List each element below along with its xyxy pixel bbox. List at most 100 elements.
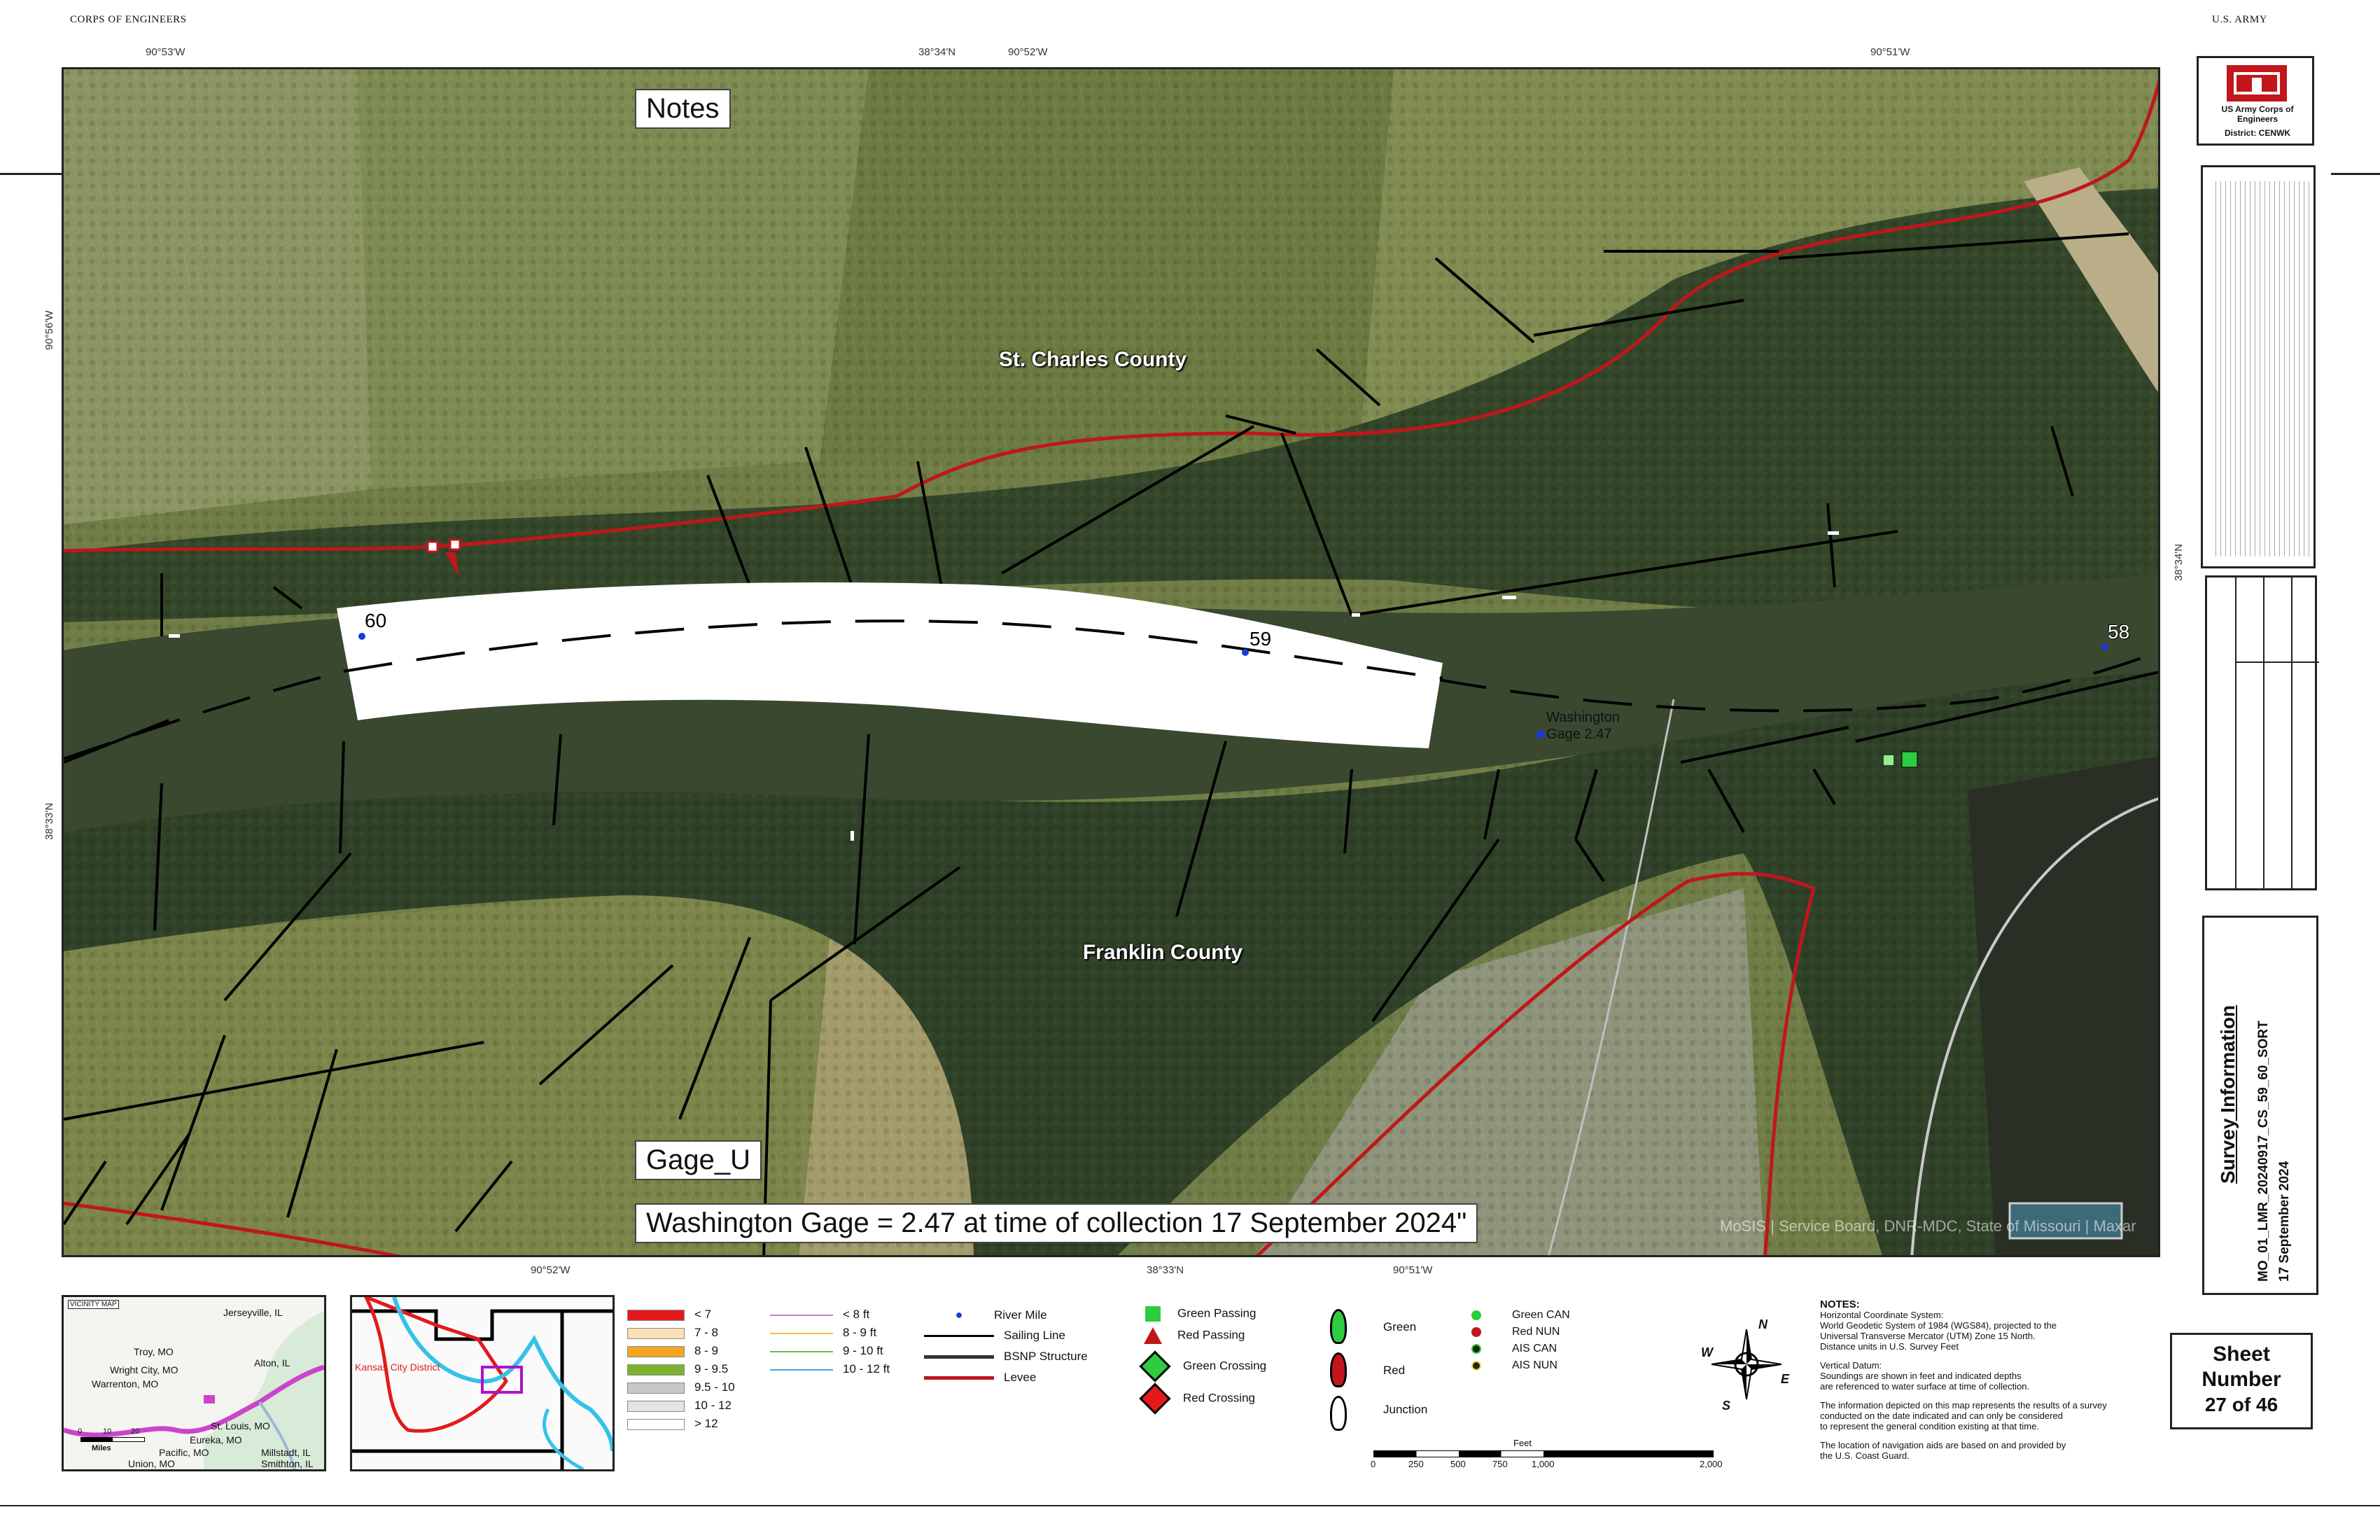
logo-box: US Army Corps of Engineers District: CEN… — [2197, 56, 2314, 146]
notes-line-8: are referenced to water surface at time … — [1820, 1381, 2030, 1392]
coord-bottom-3: 90°51'W — [1393, 1264, 1433, 1276]
gage-note-box[interactable]: Washington Gage = 2.47 at time of collec… — [635, 1203, 1478, 1243]
compass-w: W — [1701, 1345, 1713, 1359]
legend-junction-buoy: Junction — [1383, 1403, 1428, 1416]
notes-panel: NOTES: Horizontal Coordinate System: Wor… — [1820, 1299, 2142, 1461]
place-wright-city: Wright City, MO — [110, 1364, 178, 1376]
overview-map[interactable]: Kansas City District — [350, 1295, 615, 1471]
swatch-depth-4 — [627, 1364, 685, 1376]
scale-bar: Feet 0 250 500 750 1,000 2,000 — [1371, 1438, 1723, 1480]
river-mile-58-label: 58 — [2108, 621, 2130, 643]
notes-line-14: The location of navigation aids are base… — [1820, 1440, 2066, 1450]
line-contour-4 — [770, 1368, 833, 1371]
legend-river-mile: ● River Mile — [924, 1308, 1088, 1329]
legend-red-buoy: Red — [1383, 1364, 1406, 1377]
river-mile-58-dot[interactable] — [2101, 643, 2108, 650]
notes-line-1: Horizontal Coordinate System: — [1820, 1310, 1944, 1320]
washington-gage-label: Washington Gage 2.47 — [1546, 710, 1620, 742]
gage-u-box[interactable]: Gage_U — [635, 1140, 762, 1180]
scale-tick-750: 750 — [1492, 1459, 1508, 1469]
legend-depth-3: 8 - 9 — [627, 1344, 735, 1362]
coord-top-4: 90°51'W — [1870, 46, 1910, 58]
legend-ais-can: AIS CAN — [1471, 1343, 1570, 1359]
bsnp-swatch — [924, 1355, 994, 1359]
map-frame[interactable]: Notes Gage_U Washington Gage = 2.47 at t… — [62, 67, 2160, 1257]
place-union: Union, MO — [128, 1458, 175, 1469]
red-buoy-icon — [1330, 1352, 1347, 1387]
notes-line-13 — [1820, 1432, 2142, 1440]
place-eureka: Eureka, MO — [190, 1434, 242, 1446]
legend-bsnp: BSNP Structure — [924, 1350, 1088, 1371]
vicinity-scale-0: 0 — [78, 1427, 83, 1436]
vicinity-scale-20: 20 — [131, 1427, 140, 1436]
green-buoy-icon — [1330, 1309, 1347, 1344]
place-warrenton: Warrenton, MO — [92, 1378, 159, 1390]
legend-crossings: Green Passing Red Passing Green Crossing… — [1138, 1306, 1266, 1420]
compass-n: N — [1758, 1317, 1768, 1331]
vicinity-scale-bar — [80, 1437, 145, 1442]
swatch-depth-5 — [627, 1382, 685, 1394]
place-pacific: Pacific, MO — [159, 1447, 209, 1458]
river-mile-60-dot[interactable] — [358, 633, 365, 640]
industrial-area — [1968, 756, 2158, 1255]
river-mile-59-dot[interactable] — [1242, 649, 1249, 656]
disclaimer-box — [2201, 165, 2316, 568]
sheet-number-box: Sheet Number 27 of 46 — [2170, 1333, 2313, 1429]
coord-bottom-1: 90°52'W — [531, 1264, 570, 1276]
legend-red-nun: Red NUN — [1471, 1326, 1570, 1343]
legend-green-crossing: Green Crossing — [1138, 1350, 1266, 1387]
legend-depth-2: 7 - 8 — [627, 1326, 735, 1344]
scale-tick-250: 250 — [1408, 1459, 1424, 1469]
ais-nun-icon — [1471, 1360, 1481, 1371]
legend-contours: < 8 ft 8 - 9 ft 9 - 10 ft 10 - 12 ft — [770, 1308, 890, 1380]
legend-depth-4: 9 - 9.5 — [627, 1362, 735, 1380]
legend-depths: < 7 7 - 8 8 - 9 9 - 9.5 9.5 - 10 10 - 12… — [627, 1308, 735, 1435]
disclaimer-text-lines — [2211, 181, 2309, 556]
notes-line-5 — [1820, 1352, 2142, 1360]
coord-bottom-2: 38°33'N — [1147, 1264, 1184, 1276]
notes-box[interactable]: Notes — [635, 89, 731, 129]
imagery-credit: MoSIS | Service Board, DNR-MDC, State of… — [1720, 1217, 2136, 1235]
logo-district: District: CENWK — [2224, 128, 2290, 138]
notes-line-6: Vertical Datum: — [1820, 1360, 1882, 1371]
scale-tick-1000: 1,000 — [1532, 1459, 1555, 1469]
coord-top-1: 90°53'W — [146, 46, 186, 58]
line-contour-3 — [770, 1350, 833, 1352]
castle-logo-icon — [2227, 65, 2287, 102]
notes-line-9 — [1820, 1392, 2142, 1400]
survey-date: 17 September 2024 — [2277, 1161, 2292, 1282]
scale-bar-graphic — [1373, 1450, 1714, 1457]
edge-rule-right — [2331, 173, 2380, 175]
place-millstadt: Millstadt, IL — [261, 1447, 311, 1458]
vicinity-scale-10: 10 — [103, 1427, 112, 1436]
county-label-north: St. Charles County — [998, 348, 1187, 371]
coord-top-3: 90°52'W — [1008, 46, 1048, 58]
washington-gage-dot[interactable] — [1536, 730, 1545, 738]
vicinity-title: VICINITY MAP — [68, 1300, 119, 1309]
swatch-depth-7 — [627, 1418, 685, 1430]
vicinity-scale-unit: Miles — [92, 1444, 111, 1452]
logo-org: US Army Corps of Engineers — [2221, 104, 2294, 124]
river-mile-dot-icon: ● — [955, 1308, 963, 1322]
vicinity-map[interactable]: VICINITY MAP Jerseyville, IL Troy, MO Al… — [62, 1295, 326, 1471]
notes-line-12: to represent the general condition exist… — [1820, 1421, 2039, 1432]
notes-line-7: Soundings are shown in feet and indicate… — [1820, 1371, 2022, 1381]
red-passing-icon — [1144, 1327, 1162, 1344]
place-alton: Alton, IL — [254, 1357, 290, 1368]
legend-features: ● River Mile Sailing Line BSNP Structure … — [924, 1308, 1088, 1392]
survey-info-title: Survey Information — [2217, 1004, 2239, 1184]
compass-s: S — [1722, 1399, 1731, 1413]
survey-id: MO_01_LMR_20240917_CS_59_60_SORT — [2256, 1021, 2271, 1282]
sheet-count: 27 of 46 — [2204, 1394, 2278, 1415]
legend-depth-5: 9.5 - 10 — [627, 1380, 735, 1399]
aerial-map[interactable] — [64, 69, 2160, 1257]
swatch-depth-3 — [627, 1345, 685, 1357]
header-right: U.S. ARMY — [2212, 14, 2268, 25]
legend-red-passing: Red Passing — [1138, 1327, 1266, 1355]
compass-e: E — [1781, 1372, 1790, 1386]
notes-line-2: World Geodetic System of 1984 (WGS84), p… — [1820, 1320, 2057, 1331]
legend-depth-1: < 7 — [627, 1308, 735, 1326]
ais-can-icon — [1471, 1343, 1481, 1354]
compass-rose-icon: N E S W — [1701, 1317, 1789, 1413]
legend-depth-7: > 12 — [627, 1417, 735, 1435]
